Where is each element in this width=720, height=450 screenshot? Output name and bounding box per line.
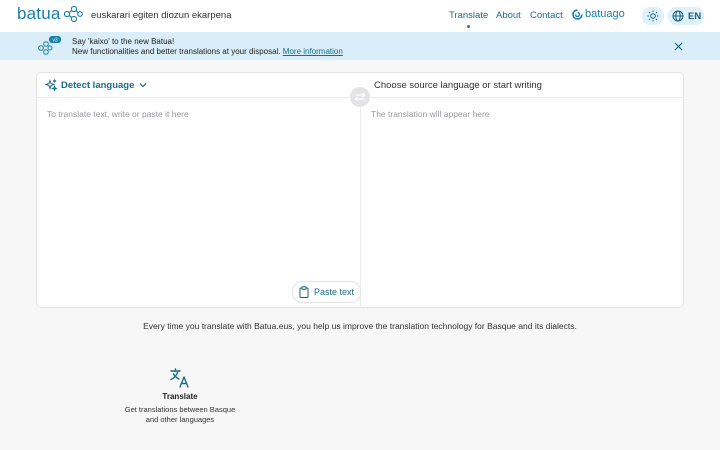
close-icon[interactable] [673,41,684,52]
tagline: euskarari egiten diozun ekarpena [91,10,232,21]
sparkle-icon [45,79,57,91]
nav-about[interactable]: About [496,10,521,21]
swap-languages-button[interactable] [350,87,370,107]
source-language-label: Detect language [61,79,135,91]
globe-icon [672,10,684,22]
banner-description: New functionalities and better translati… [72,47,343,56]
feature-description-line2: and other languages [145,415,215,424]
version-badge: v3 [52,38,58,44]
translation-output: The translation will appear here [371,109,490,119]
feature-title: Translate [162,392,198,401]
top-header: batua euskarari egiten diozun ekarpena T… [0,0,720,32]
translator-card: Detect language Choose source language o… [36,72,684,308]
feature-description-line1: Get translations between Basque [124,405,236,414]
paste-text-label: Paste text [314,287,355,297]
logo-text: batua [17,4,61,23]
banner-title: Say 'kaixo' to the new Batua! [72,37,175,46]
translate-icon [170,368,189,388]
banner-description-text: New functionalities and better translati… [72,47,281,56]
sun-icon [647,10,659,22]
source-text-input[interactable]: To translate text, write or paste it her… [47,109,189,119]
theme-toggle-button[interactable] [642,7,664,25]
paste-text-button[interactable]: Paste text [292,281,362,303]
nav-contact[interactable]: Contact [530,10,563,21]
panel-divider [360,98,361,308]
batuago-label: batuago [585,8,625,20]
contribution-info-text: Every time you translate with Batua.eus,… [143,321,577,331]
more-information-link[interactable]: More information [283,47,343,56]
target-language-label[interactable]: Choose source language or start writing [374,80,542,91]
feature-description: Get translations between Basque and othe… [115,405,245,425]
batuago-logo-icon [572,8,583,20]
language-code: EN [688,10,702,22]
chevron-down-icon [139,83,147,88]
language-selector-button[interactable]: EN [668,7,704,25]
batua-logo[interactable]: batua [17,4,83,24]
nav-translate[interactable]: Translate [449,10,488,28]
clipboard-icon [299,286,309,298]
source-language-selector[interactable]: Detect language [45,79,151,91]
batua-v3-icon: v3 [38,36,61,55]
batuago-link[interactable]: batuago [572,8,625,20]
molecule-logo-icon [63,5,83,23]
announcement-banner: v3 Say 'kaixo' to the new Batua! New fun… [0,32,720,60]
swap-arrows-icon [354,92,366,102]
